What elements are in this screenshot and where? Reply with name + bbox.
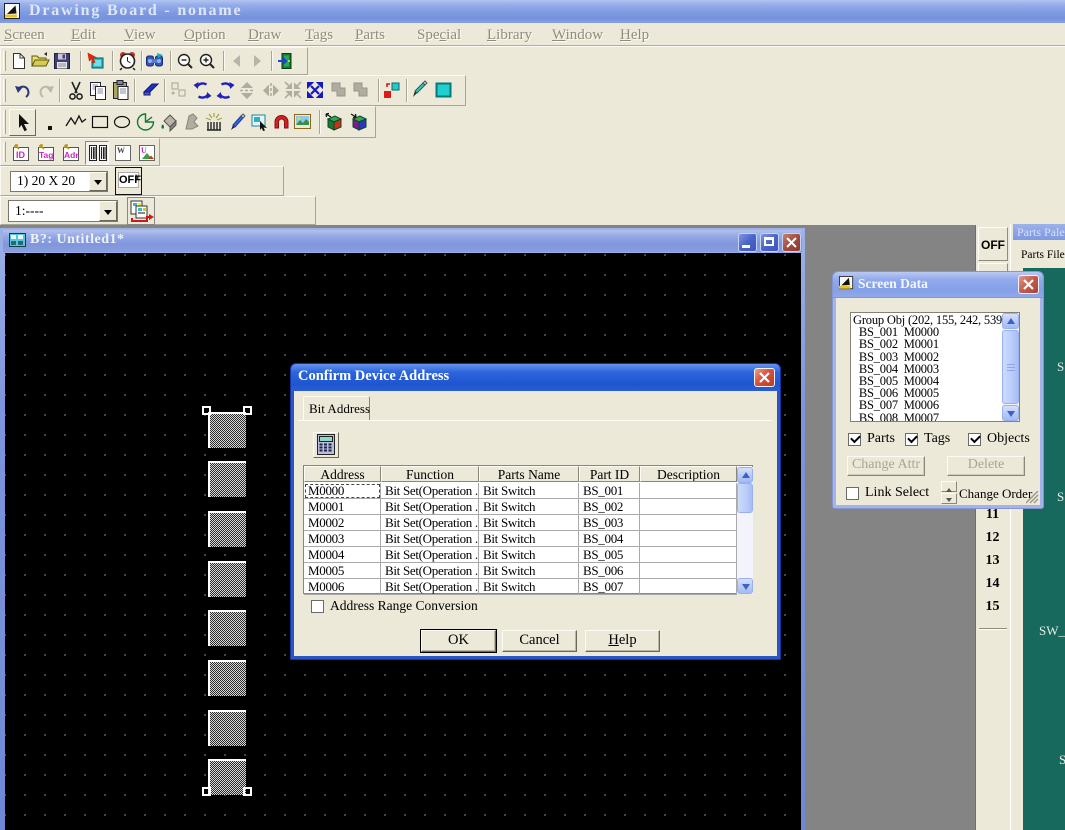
svg-text:Tag: Tag bbox=[39, 150, 53, 160]
svg-text:Adr: Adr bbox=[64, 150, 79, 160]
svg-text:W: W bbox=[117, 146, 125, 155]
svg-text:U: U bbox=[141, 146, 147, 155]
svg-text:ID: ID bbox=[16, 150, 26, 160]
